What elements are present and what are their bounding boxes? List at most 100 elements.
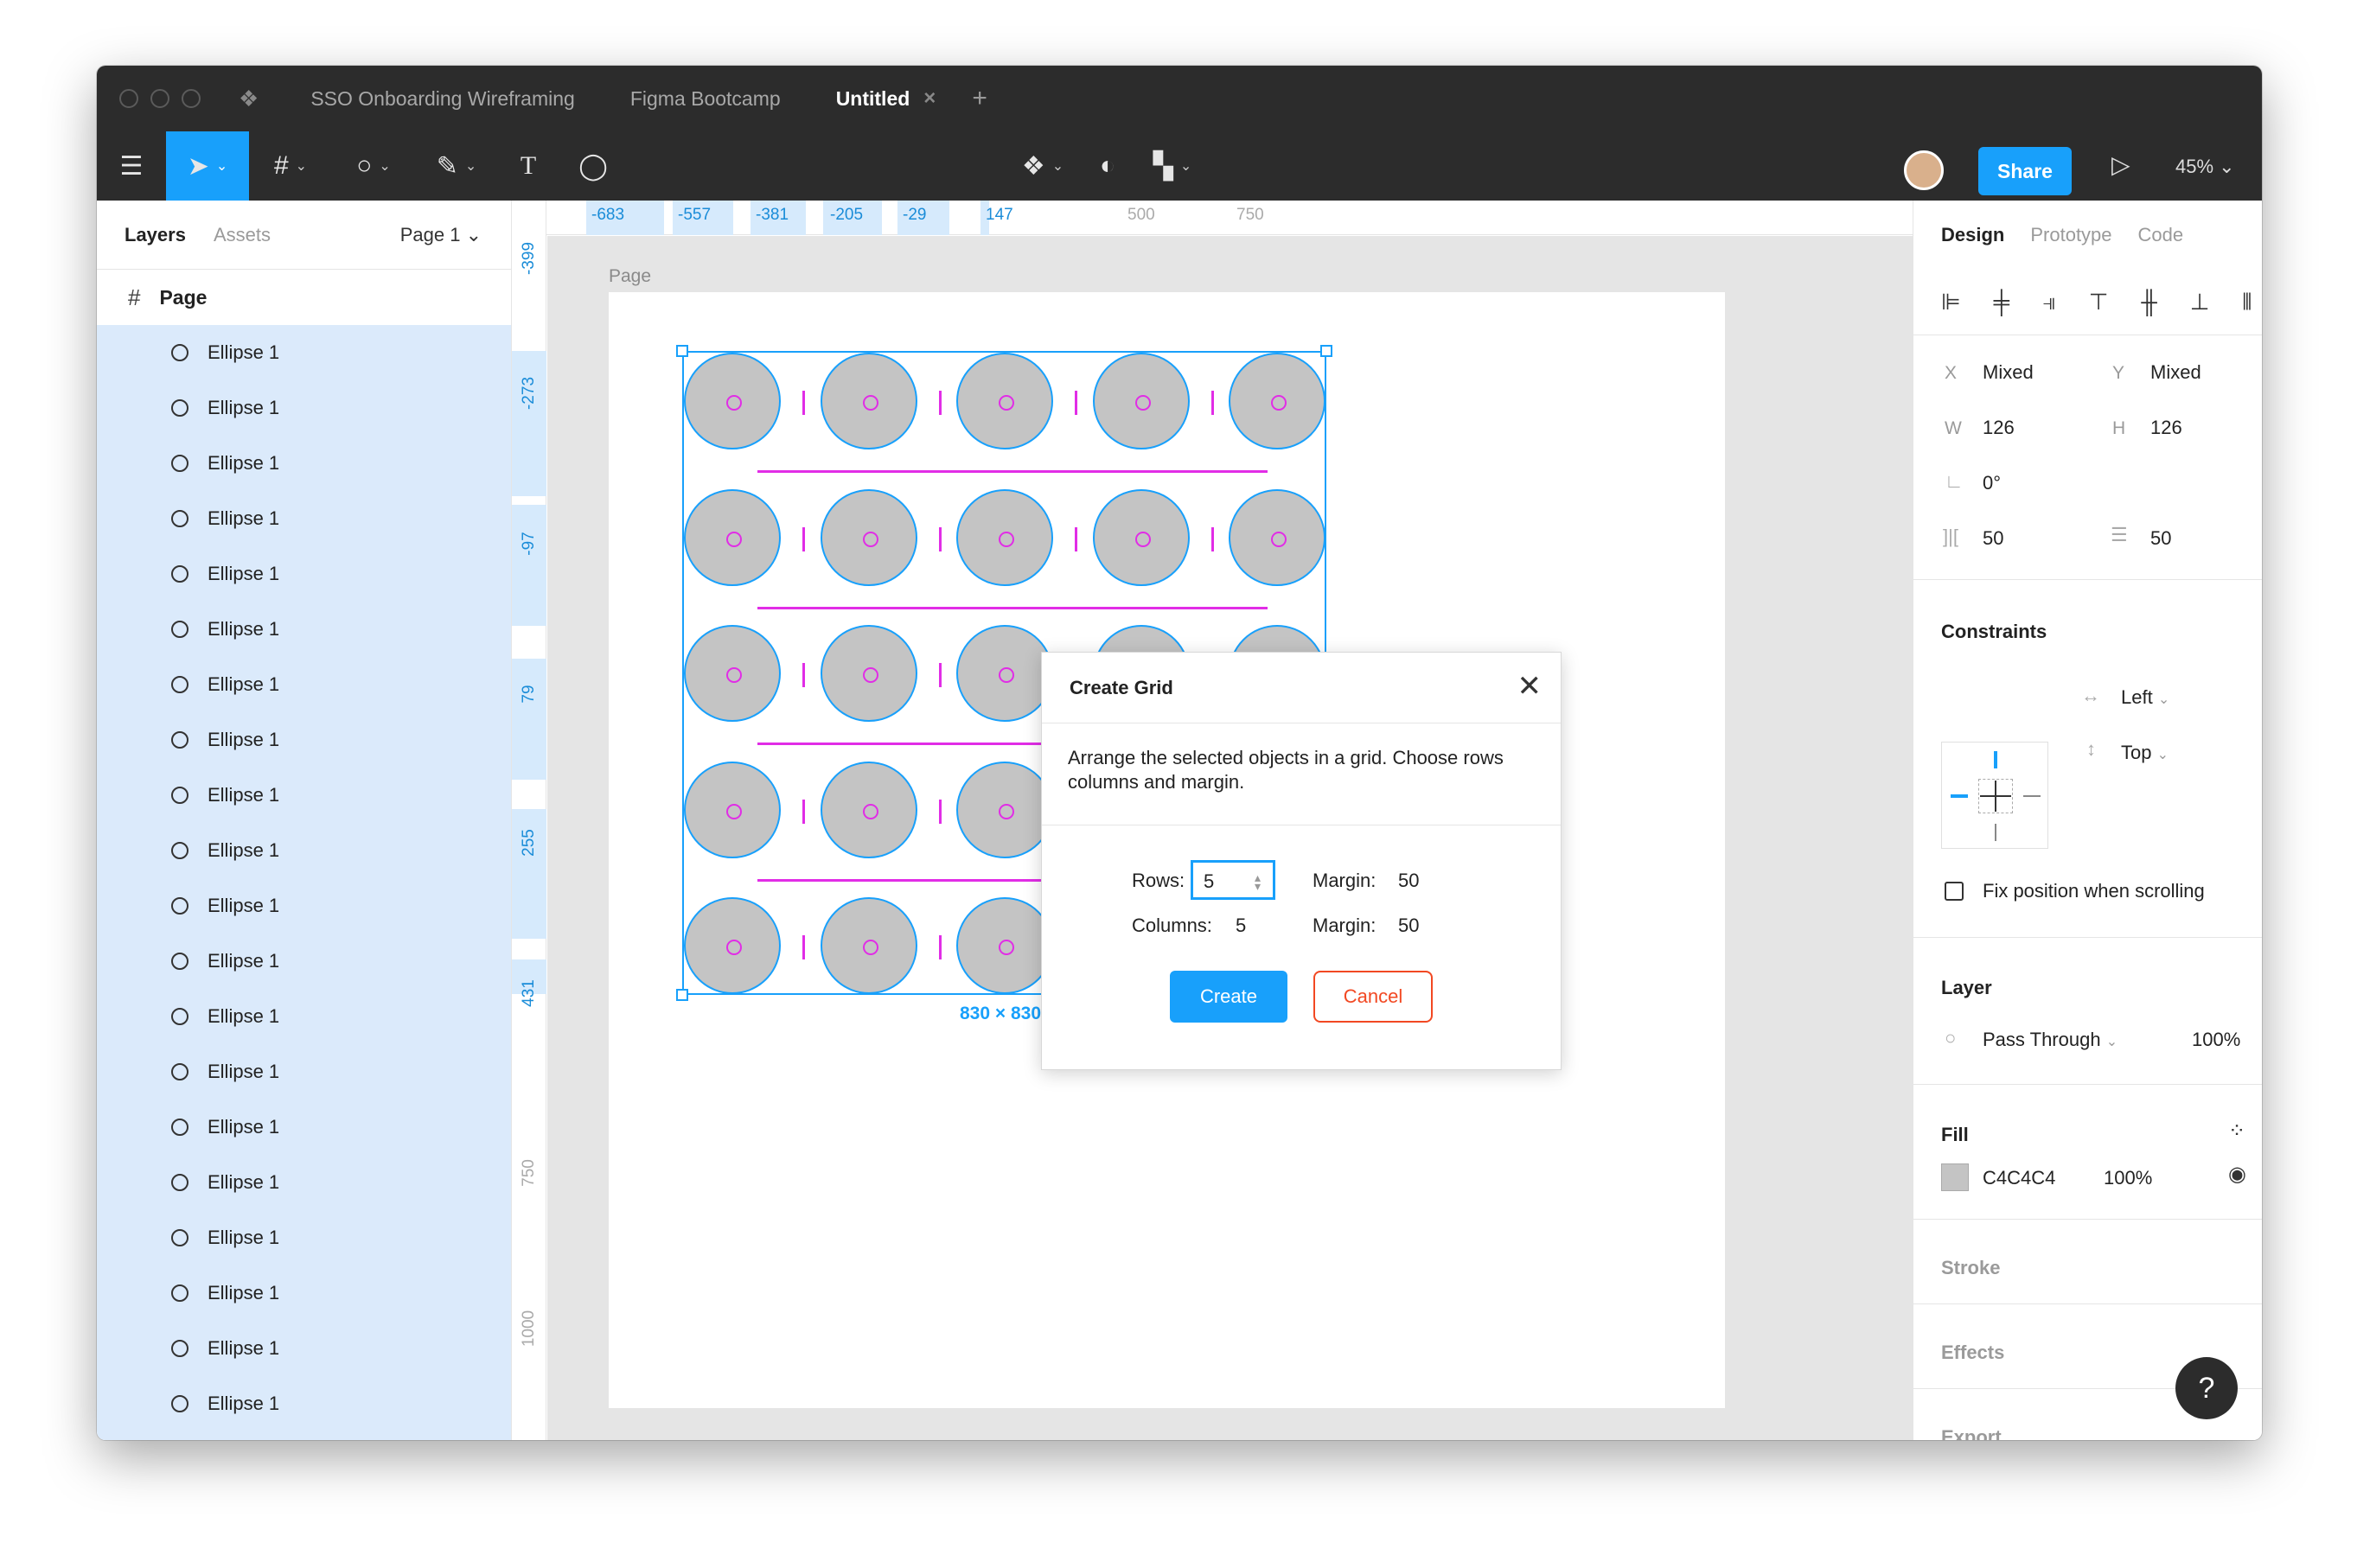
stepper-icon[interactable]: ▴ ▾ [1255,871,1261,892]
frame-name-label[interactable]: Page [609,266,651,287]
horizontal-spacing-field[interactable]: 50 [1983,527,2003,550]
tab-code[interactable]: Code [2138,224,2184,246]
layer-item-ellipse[interactable]: Ellipse 1 [97,1376,511,1431]
rows-margin-field[interactable]: 50 [1398,870,1419,892]
tab-sso-onboarding[interactable]: SSO Onboarding Wireframing [283,66,603,131]
layer-item-ellipse[interactable]: Ellipse 1 [97,325,511,380]
layer-item-ellipse[interactable]: Ellipse 1 [97,491,511,546]
close-window-button[interactable] [119,89,138,108]
layer-label: Ellipse 1 [208,1005,280,1027]
frame-tool-button[interactable]: # ⌄ [249,131,332,201]
help-button[interactable]: ? [2175,1357,2238,1419]
horizontal-constraint-select[interactable]: Left ⌄ [2121,686,2169,709]
tab-untitled[interactable]: Untitled × [808,66,964,131]
constraint-widget[interactable] [1941,742,2048,849]
ellipse-icon [171,1008,188,1025]
ellipse-icon [171,510,188,527]
minimize-window-button[interactable] [150,89,169,108]
layer-item-ellipse[interactable]: Ellipse 1 [97,436,511,491]
height-field[interactable]: 126 [2150,417,2182,439]
components-button[interactable]: ❖ ⌄ [1008,131,1077,201]
y-field[interactable]: Mixed [2150,361,2201,384]
chevron-down-icon: ⌄ [2156,748,2169,762]
fix-position-checkbox[interactable] [1945,882,1964,901]
figma-logo-icon[interactable]: ❖ [239,86,259,112]
align-bottom-icon[interactable]: ⊥ [2190,289,2210,316]
distribute-icon[interactable]: ⫴ [2242,289,2252,316]
layer-item-ellipse[interactable]: Ellipse 1 [97,1100,511,1155]
columns-margin-field[interactable]: 50 [1398,915,1419,937]
width-field[interactable]: 126 [1983,417,2015,439]
layer-item-ellipse[interactable]: Ellipse 1 [97,712,511,768]
shape-tool-button[interactable]: ○ ⌄ [332,131,415,201]
tab-prototype[interactable]: Prototype [2030,224,2111,246]
page-select[interactable]: Page 1 ⌄ [400,224,482,246]
layers-panel: Layers Assets Page 1 ⌄ # Page Ellipse 1E… [97,201,512,1440]
layer-item-ellipse[interactable]: Ellipse 1 [97,657,511,712]
layer-item-ellipse[interactable]: Ellipse 1 [97,1265,511,1321]
boolean-button[interactable]: ▚ ⌄ [1138,131,1207,201]
layer-item-ellipse[interactable]: Ellipse 1 [97,934,511,989]
pen-tool-button[interactable]: ✎ ⌄ [415,131,498,201]
layer-item-ellipse[interactable]: Ellipse 1 [97,768,511,823]
new-tab-icon[interactable]: + [972,84,987,113]
zoom-dropdown[interactable]: 45% ⌄ [2175,156,2235,178]
resize-handle-top-left[interactable] [676,345,688,357]
layer-item-ellipse[interactable]: Ellipse 1 [97,546,511,602]
rotation-field[interactable]: 0° [1983,472,2001,494]
layer-item-ellipse[interactable]: Ellipse 1 [97,602,511,657]
fill-hex-field[interactable]: C4C4C4 [1983,1167,2055,1189]
layer-label: Ellipse 1 [208,397,280,418]
align-horizontal-center-icon[interactable]: ╪ [1994,289,2009,316]
layer-opacity-field[interactable]: 100% [2192,1029,2240,1051]
align-vertical-center-icon[interactable]: ╫ [2141,289,2156,316]
layer-item-ellipse[interactable]: Ellipse 1 [97,380,511,436]
layer-item-ellipse[interactable]: Ellipse 1 [97,1044,511,1100]
columns-field[interactable]: 5 [1236,915,1246,937]
vertical-constraint-value: Top [2121,742,2152,763]
style-grid-icon[interactable]: ⁘ [2228,1119,2245,1144]
maximize-window-button[interactable] [182,89,201,108]
divider [1913,1219,2262,1220]
resize-handle-bottom-left[interactable] [676,989,688,1001]
rows-input[interactable]: 5 ▴ ▾ [1191,860,1275,900]
share-button[interactable]: Share [1978,147,2072,195]
vertical-spacing-field[interactable]: 50 [2150,527,2171,550]
vertical-constraint-select[interactable]: Top ⌄ [2121,742,2169,764]
x-field[interactable]: Mixed [1983,361,2034,384]
align-left-icon[interactable]: ⊫ [1941,289,1961,316]
cancel-button[interactable]: Cancel [1313,971,1433,1023]
main-menu-icon[interactable]: ☰ [97,131,166,201]
fill-opacity-field[interactable]: 100% [2104,1167,2152,1189]
close-tab-icon[interactable]: × [923,86,936,111]
layer-item-ellipse[interactable]: Ellipse 1 [97,823,511,878]
tab-layers[interactable]: Layers [125,224,186,246]
move-tool-button[interactable]: ➤ ⌄ [166,131,249,201]
chevron-down-icon: ⌄ [465,223,482,245]
present-play-icon[interactable]: ▷ [2111,150,2130,179]
frame-layer-page[interactable]: # Page [97,270,511,325]
layer-item-ellipse[interactable]: Ellipse 1 [97,1321,511,1376]
layer-title: Layer [1941,977,1992,998]
create-button[interactable]: Create [1170,971,1287,1023]
tab-figma-bootcamp[interactable]: Figma Bootcamp [603,66,808,131]
comment-tool-button[interactable]: ◯ [559,131,628,201]
fill-visibility-eye-icon[interactable]: ◉ [2228,1162,2246,1187]
layer-item-ellipse[interactable]: Ellipse 1 [97,989,511,1044]
resize-handle-top-right[interactable] [1320,345,1332,357]
blend-mode-select[interactable]: Pass Through ⌄ [1983,1029,2117,1051]
layer-label: Ellipse 1 [208,1337,280,1359]
close-icon[interactable]: ✕ [1517,672,1543,701]
layer-item-ellipse[interactable]: Ellipse 1 [97,878,511,934]
align-top-icon[interactable]: ⊤ [2089,289,2109,316]
text-tool-button[interactable]: T [498,131,559,201]
layer-item-ellipse[interactable]: Ellipse 1 [97,1210,511,1265]
fill-color-swatch[interactable] [1941,1163,1969,1191]
tab-design[interactable]: Design [1941,224,2004,246]
align-right-icon[interactable]: ⫣ [2042,289,2056,316]
avatar[interactable] [1904,150,1944,190]
layer-item-ellipse[interactable]: Ellipse 1 [97,1155,511,1210]
mask-button[interactable]: ◐ [1077,131,1138,201]
tab-assets[interactable]: Assets [214,224,271,246]
dialog-description: Arrange the selected objects in a grid. … [1042,723,1561,825]
